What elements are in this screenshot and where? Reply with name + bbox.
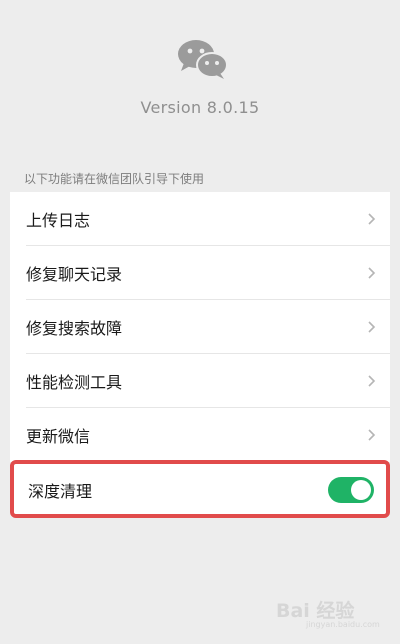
chevron-right-icon xyxy=(368,375,376,387)
about-header: Version 8.0.15 xyxy=(0,0,400,170)
list-item-label: 更新微信 xyxy=(26,427,91,446)
chevron-right-icon xyxy=(368,429,376,441)
settings-list: 上传日志 修复聊天记录 修复搜索故障 性能检测工具 更新微信 xyxy=(10,192,390,462)
list-item-deep-clean: 深度清理 xyxy=(10,460,390,518)
section-label: 以下功能请在微信团队引导下使用 xyxy=(24,172,205,186)
watermark-text: Bai 经验 xyxy=(276,600,355,622)
list-item-label: 修复聊天记录 xyxy=(26,265,123,284)
chevron-right-icon xyxy=(368,321,376,333)
list-item-label: 性能检测工具 xyxy=(26,373,123,392)
chevron-right-icon xyxy=(368,267,376,279)
list-item-repair-chat-history[interactable]: 修复聊天记录 xyxy=(10,246,390,300)
list-item-update-wechat[interactable]: 更新微信 xyxy=(10,408,390,462)
toggle-knob xyxy=(351,480,371,500)
chevron-right-icon xyxy=(368,213,376,225)
list-item-upload-log[interactable]: 上传日志 xyxy=(10,192,390,246)
wechat-logo-icon xyxy=(178,40,228,79)
deep-clean-toggle[interactable] xyxy=(328,477,374,503)
deep-clean-label: 深度清理 xyxy=(28,482,93,501)
list-item-label: 修复搜索故障 xyxy=(26,319,123,338)
baidu-watermark: Bai 经验 jingyan.baidu.com xyxy=(276,590,386,630)
list-item-performance-tool[interactable]: 性能检测工具 xyxy=(10,354,390,408)
list-item-label: 上传日志 xyxy=(26,211,91,230)
watermark-sub: jingyan.baidu.com xyxy=(306,620,380,629)
list-item-repair-search[interactable]: 修复搜索故障 xyxy=(10,300,390,354)
version-text: Version 8.0.15 xyxy=(140,98,260,117)
